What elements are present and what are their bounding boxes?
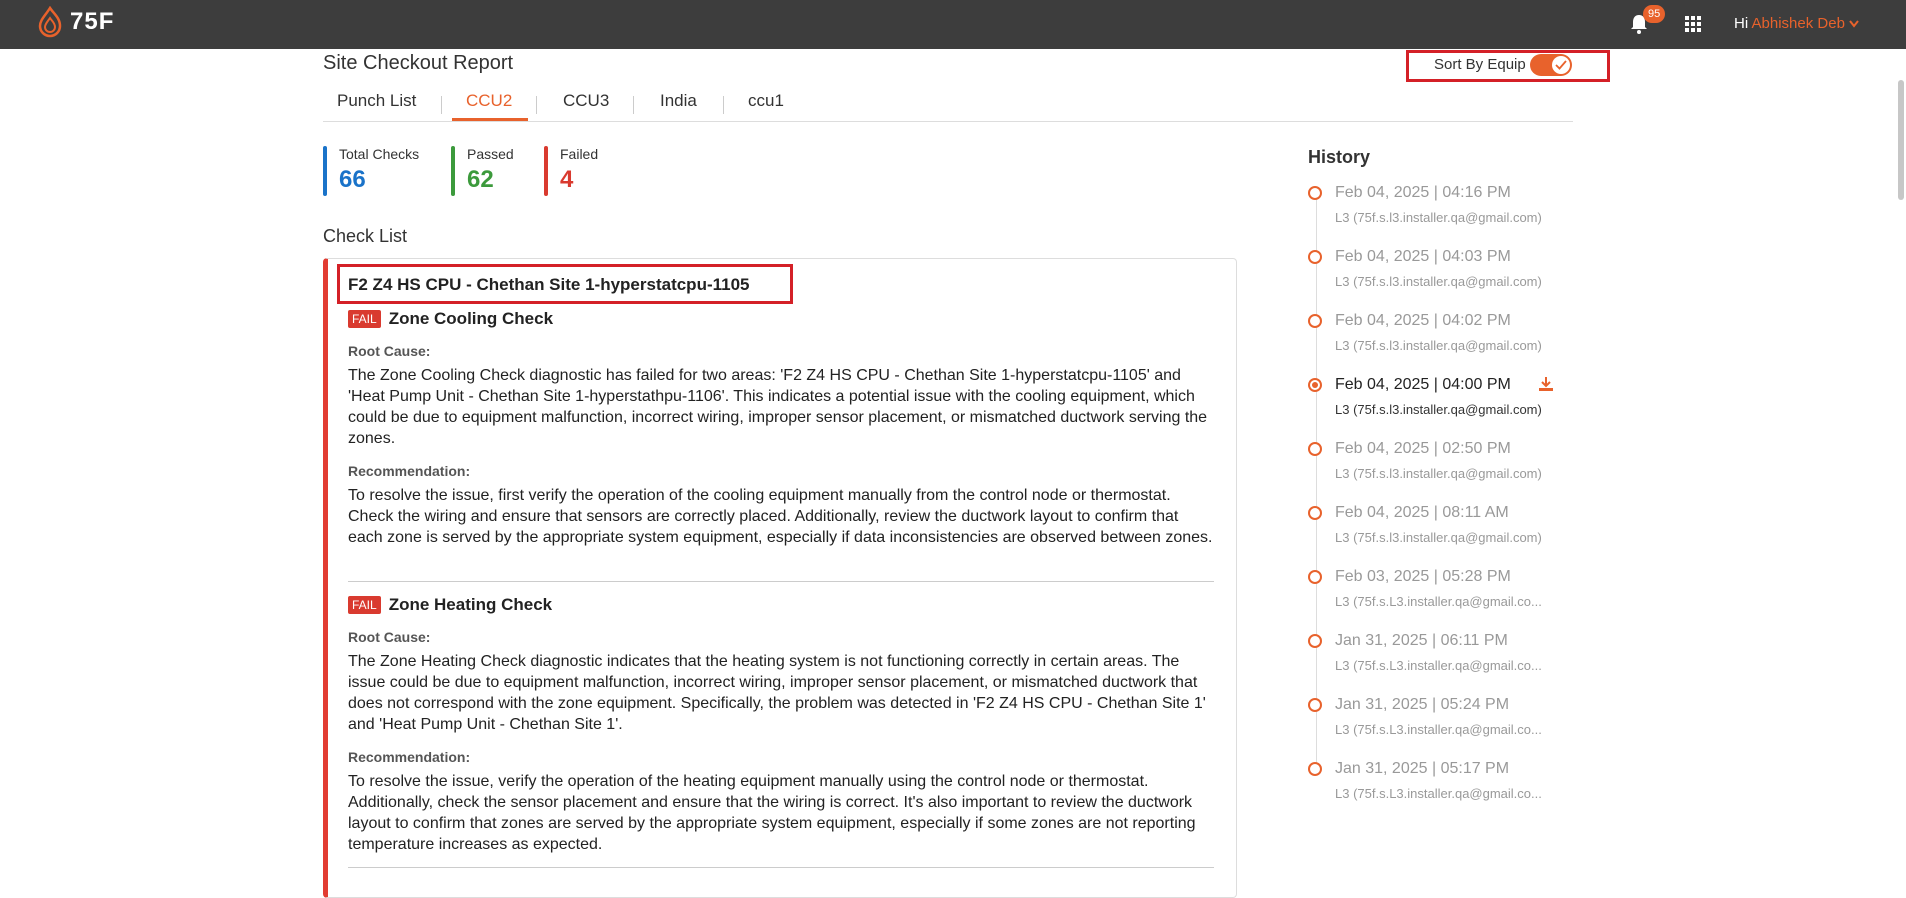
recommendation-text: To resolve the issue, first verify the o…: [348, 487, 1213, 546]
root-cause-label: Root Cause:: [348, 343, 431, 359]
greeting-text: Hi: [1734, 15, 1749, 32]
history-date: Feb 04, 2025 | 08:11 AM: [1335, 504, 1509, 521]
root-cause-label: Root Cause:: [348, 629, 431, 645]
history-date: Feb 04, 2025 | 04:16 PM: [1335, 184, 1511, 201]
history-user: L3 (75f.s.l3.installer.qa@gmail.com): [1335, 530, 1542, 545]
history-date: Feb 04, 2025 | 04:02 PM: [1335, 312, 1511, 329]
history-user: L3 (75f.s.l3.installer.qa@gmail.com): [1335, 274, 1542, 289]
history-radio[interactable]: [1308, 250, 1322, 264]
tab-ccu2[interactable]: CCU2: [466, 91, 512, 111]
download-icon[interactable]: [1538, 376, 1554, 397]
history-radio[interactable]: [1308, 186, 1322, 200]
stat-passed-label: Passed: [467, 146, 514, 162]
stat-failed-value: 4: [560, 166, 574, 193]
tab-separator: [723, 96, 724, 114]
stat-passed-value: 62: [467, 166, 494, 193]
stat-total-bar: [323, 146, 327, 196]
history-timeline-line: [1316, 192, 1317, 770]
history-date: Jan 31, 2025 | 05:24 PM: [1335, 696, 1510, 713]
user-menu[interactable]: Hi Abhishek Deb: [1734, 15, 1859, 32]
toggle-knob: [1552, 56, 1570, 74]
stat-passed: Passed 62: [451, 146, 514, 196]
check-header: FAIL Zone Cooling Check: [348, 309, 553, 329]
recommendation-text: To resolve the issue, verify the operati…: [348, 773, 1196, 853]
history-user: L3 (75f.s.l3.installer.qa@gmail.com): [1335, 466, 1542, 481]
stat-failed: Failed 4: [544, 146, 598, 196]
history-title: History: [1308, 147, 1371, 167]
history-date: Jan 31, 2025 | 05:17 PM: [1335, 760, 1510, 777]
check-header: FAIL Zone Heating Check: [348, 595, 552, 615]
ccu-tab-bar: Punch List CCU2 CCU3 India ccu1: [323, 88, 1573, 122]
equip-name: F2 Z4 HS CPU - Chethan Site 1-hyperstatc…: [348, 275, 750, 294]
tab-india[interactable]: India: [660, 91, 697, 111]
brand-logo[interactable]: 75F: [36, 6, 114, 38]
history-radio-selected[interactable]: [1308, 378, 1322, 392]
tab-separator: [536, 96, 537, 114]
history-radio[interactable]: [1308, 634, 1322, 648]
tab-separator: [441, 96, 442, 114]
stat-total-value: 66: [339, 166, 366, 193]
stat-passed-bar: [451, 146, 455, 196]
fail-badge: FAIL: [348, 310, 381, 328]
check-name: Zone Cooling Check: [388, 309, 554, 328]
history-date: Feb 03, 2025 | 05:28 PM: [1335, 568, 1511, 585]
tab-punch-list[interactable]: Punch List: [337, 91, 416, 111]
sort-by-equip-toggle[interactable]: [1530, 54, 1572, 76]
history-radio[interactable]: [1308, 762, 1322, 776]
logo-text: 75F: [70, 8, 115, 35]
checkmark-icon: [1555, 60, 1567, 70]
history-date: Feb 04, 2025 | 04:00 PM: [1335, 376, 1511, 393]
history-user: L3 (75f.s.L3.installer.qa@gmail.co...: [1335, 786, 1542, 801]
root-cause-text: The Zone Cooling Check diagnostic has fa…: [348, 367, 1208, 447]
history-date: Feb 04, 2025 | 02:50 PM: [1335, 440, 1511, 457]
root-cause-text: The Zone Heating Check diagnostic indica…: [348, 653, 1206, 733]
history-radio[interactable]: [1308, 570, 1322, 584]
stat-failed-label: Failed: [560, 146, 599, 162]
page-scrollbar[interactable]: [1898, 80, 1904, 200]
tab-ccu3[interactable]: CCU3: [563, 91, 609, 111]
check-name: Zone Heating Check: [388, 595, 553, 614]
check-divider: [348, 867, 1214, 868]
tab-separator: [633, 96, 634, 114]
sort-by-equip-label: Sort By Equip: [1434, 56, 1526, 73]
logo-flame-icon: [38, 6, 62, 38]
history-user: L3 (75f.s.l3.installer.qa@gmail.com): [1335, 402, 1542, 417]
page-title: Site Checkout Report: [323, 52, 514, 74]
top-navigation-bar: 75F 95 Hi Abhishek Deb: [0, 0, 1906, 49]
fail-badge: FAIL: [348, 596, 381, 614]
user-name: Abhishek Deb: [1751, 15, 1845, 32]
history-date: Feb 04, 2025 | 04:03 PM: [1335, 248, 1511, 265]
history-user: L3 (75f.s.l3.installer.qa@gmail.com): [1335, 210, 1542, 225]
stat-total-checks: Total Checks 66: [323, 146, 419, 196]
history-user: L3 (75f.s.l3.installer.qa@gmail.com): [1335, 338, 1542, 353]
tab-ccu1[interactable]: ccu1: [748, 91, 784, 111]
active-tab-indicator: [452, 118, 528, 121]
checklist-title: Check List: [323, 226, 408, 246]
history-user: L3 (75f.s.L3.installer.qa@gmail.co...: [1335, 658, 1542, 673]
history-user: L3 (75f.s.L3.installer.qa@gmail.co...: [1335, 594, 1542, 609]
recommendation-label: Recommendation:: [348, 463, 471, 479]
history-user: L3 (75f.s.L3.installer.qa@gmail.co...: [1335, 722, 1542, 737]
stat-total-label: Total Checks: [339, 146, 420, 162]
history-radio[interactable]: [1308, 314, 1322, 328]
history-radio[interactable]: [1308, 442, 1322, 456]
history-date: Jan 31, 2025 | 06:11 PM: [1335, 632, 1508, 649]
check-divider: [348, 581, 1214, 582]
stat-failed-bar: [544, 146, 548, 196]
history-radio[interactable]: [1308, 698, 1322, 712]
history-radio[interactable]: [1308, 506, 1322, 520]
apps-grid-icon[interactable]: [1685, 16, 1701, 37]
chevron-down-icon: [1849, 20, 1859, 28]
notification-count-badge: 95: [1643, 5, 1666, 23]
recommendation-label: Recommendation:: [348, 749, 471, 765]
